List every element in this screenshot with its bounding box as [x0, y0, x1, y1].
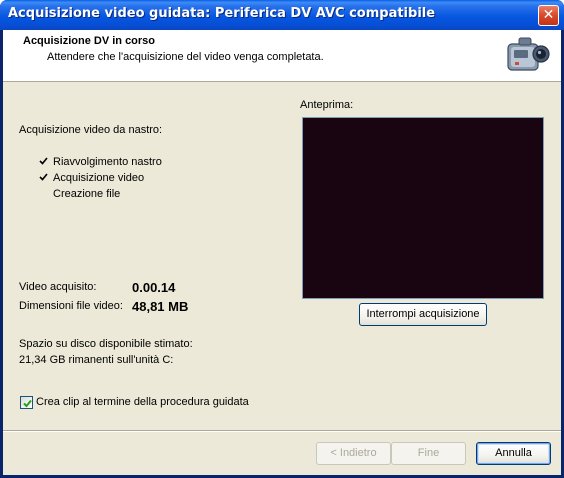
step-capture-video: Acquisizione video: [53, 172, 145, 184]
video-preview: [302, 117, 544, 299]
filesize-label: Dimensioni file video:: [19, 300, 123, 312]
captured-value: 0.00.14: [132, 280, 176, 295]
footer-separator: [3, 430, 561, 432]
filesize-value: 48,81 MB: [132, 299, 189, 314]
step-rewind-tape: Riavvolgimento nastro: [53, 156, 162, 168]
header-title: Acquisizione DV in corso: [23, 35, 156, 47]
disk-space-label: Spazio su disco disponibile stimato:: [19, 338, 193, 350]
header-subtitle: Attendere che l'acquisizione del video v…: [47, 51, 324, 63]
title-bar[interactable]: Acquisizione video guidata: Periferica D…: [0, 0, 564, 30]
captured-label: Video acquisito:: [19, 281, 97, 293]
close-icon: ✕: [542, 7, 555, 23]
step-create-file: Creazione file: [53, 188, 121, 200]
create-clips-label[interactable]: Crea clip al termine della procedura gui…: [36, 396, 249, 408]
camcorder-icon: [507, 37, 550, 71]
wizard-window: Acquisizione video guidata: Periferica D…: [0, 0, 564, 478]
close-button[interactable]: ✕: [538, 5, 559, 26]
create-clips-checkbox[interactable]: [20, 396, 33, 409]
disk-space-value: 21,34 GB rimanenti sull'unità C:: [19, 354, 174, 366]
stop-capture-button[interactable]: Interrompi acquisizione: [359, 303, 487, 326]
cancel-button[interactable]: Annulla: [476, 442, 551, 465]
back-button[interactable]: < Indietro: [316, 442, 391, 465]
checkmark-icon: [23, 399, 32, 408]
progress-heading: Acquisizione video da nastro:: [19, 124, 163, 136]
wizard-header: Acquisizione DV in corso Attendere che l…: [3, 30, 561, 82]
step-2-check-icon: [39, 173, 48, 184]
step-1-check-icon: [39, 157, 48, 168]
window-title: Acquisizione video guidata: Periferica D…: [8, 6, 436, 21]
preview-label: Anteprima:: [300, 99, 354, 111]
dialog-body: Acquisizione DV in corso Attendere che l…: [3, 30, 561, 475]
finish-button[interactable]: Fine: [391, 442, 466, 465]
